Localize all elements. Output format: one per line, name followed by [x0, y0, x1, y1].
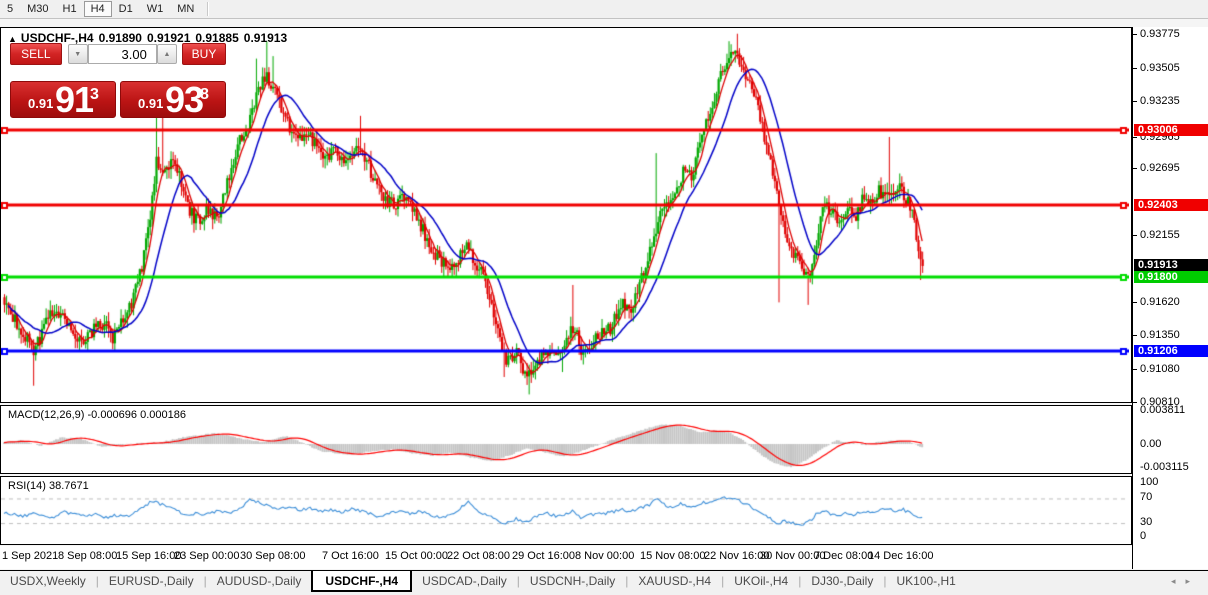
price-badge-0.91913: 0.91913 — [1134, 259, 1208, 271]
volume-increase-button[interactable]: ▲ — [157, 44, 177, 64]
symbol-tab-uk100[interactable]: UK100-,H1 — [886, 571, 965, 591]
symbol-tab-bar: USDX,Weekly|EURUSD-,Daily|AUDUSD-,DailyU… — [0, 570, 1208, 595]
time-axis-label: 8 Sep 08:00 — [58, 550, 117, 562]
symbol-tab-usdcnh[interactable]: USDCNH-,Daily — [520, 571, 625, 591]
sell-price-box[interactable]: 0.91 91 3 — [10, 81, 116, 118]
time-axis-label: 1 Sep 2021 — [2, 550, 58, 562]
volume-decrease-button[interactable]: ▼ — [68, 44, 88, 64]
timeframe-button-w1[interactable]: W1 — [140, 1, 171, 17]
volume-input[interactable] — [88, 44, 157, 64]
toolbar-separator — [207, 2, 208, 16]
sell-button[interactable]: SELL — [10, 43, 62, 65]
symbol-tab-ukoil[interactable]: UKOil-,H4 — [724, 571, 798, 591]
macd-indicator-panel: MACD(12,26,9) -0.000696 0.000186 — [0, 405, 1132, 474]
time-axis-label: 14 Dec 16:00 — [868, 550, 933, 562]
macd-axis-tick: -0.003115 — [1140, 461, 1189, 473]
axis-tick-mark — [1133, 68, 1137, 69]
buy-price-prefix: 0.91 — [138, 96, 163, 111]
time-axis-label: 8 Nov 00:00 — [575, 550, 634, 562]
axis-tick-mark — [1133, 168, 1137, 169]
symbol-tab-usdchf[interactable]: USDCHF-,H4 — [311, 571, 412, 592]
rsi-axis-tick: 0 — [1140, 530, 1146, 542]
axis-tick-mark — [1133, 235, 1137, 236]
time-axis[interactable]: 1 Sep 20218 Sep 08:0015 Sep 16:0023 Sep … — [0, 546, 1132, 569]
macd-label: MACD(12,26,9) -0.000696 0.000186 — [8, 409, 186, 421]
symbol-tab-xauusd[interactable]: XAUUSD-,H4 — [628, 571, 721, 591]
time-axis-label: 7 Oct 16:00 — [322, 550, 379, 562]
axis-tick-mark — [1133, 302, 1137, 303]
rsi-canvas[interactable] — [1, 477, 1129, 542]
trade-controls-row: SELL ▼ ▲ BUY — [10, 44, 226, 64]
axis-tick-mark — [1133, 101, 1137, 102]
price-badge-0.91206: 0.91206 — [1134, 345, 1208, 357]
time-axis-label: 7 Dec 08:00 — [814, 550, 873, 562]
sell-price-superscript: 3 — [90, 86, 99, 104]
sell-price-prefix: 0.91 — [28, 96, 53, 111]
axis-tick-mark — [1133, 34, 1137, 35]
macd-axis-tick: 0.003811 — [1140, 404, 1185, 416]
buy-price-superscript: 8 — [200, 86, 209, 104]
macd-axis-tick: 0.00 — [1140, 438, 1161, 450]
mt4-terminal-window: 5M30H1H4D1W1MN ▲USDCHF-,H40.918900.91921… — [0, 0, 1208, 595]
timeframe-button-5[interactable]: 5 — [0, 1, 20, 17]
axis-tick-mark — [1133, 137, 1137, 138]
time-axis-label: 23 Sep 00:00 — [174, 550, 239, 562]
price-badge-0.91800: 0.91800 — [1134, 271, 1208, 283]
price-badge-0.92403: 0.92403 — [1134, 199, 1208, 211]
timeframe-toolbar: 5M30H1H4D1W1MN — [0, 0, 1208, 19]
symbol-tab-dj30[interactable]: DJ30-,Daily — [801, 571, 883, 591]
timeframe-button-h4[interactable]: H4 — [84, 1, 112, 17]
price-axis-tick: 0.93775 — [1140, 28, 1180, 40]
buy-price-box[interactable]: 0.91 93 8 — [120, 81, 226, 118]
price-axis-tick: 0.91620 — [1140, 296, 1180, 308]
time-axis-label: 30 Sep 08:00 — [240, 550, 305, 562]
axis-tick-mark — [1133, 335, 1137, 336]
rsi-axis-tick: 70 — [1140, 491, 1152, 503]
rsi-axis-tick: 30 — [1140, 516, 1152, 528]
price-axis-tick: 0.92155 — [1140, 229, 1180, 241]
rsi-axis-tick: 100 — [1140, 476, 1158, 488]
axis-tick-mark — [1133, 369, 1137, 370]
triangle-up-icon: ▲ — [163, 51, 170, 58]
price-axis-tick: 0.91350 — [1140, 329, 1180, 341]
price-chart-panel: ▲USDCHF-,H40.918900.919210.918850.91913 … — [0, 27, 1132, 403]
price-axis-tick: 0.93505 — [1140, 62, 1180, 74]
ohlc-open: 0.91890 — [99, 31, 142, 45]
timeframe-button-h1[interactable]: H1 — [56, 1, 84, 17]
time-axis-label: 22 Oct 08:00 — [447, 550, 510, 562]
tab-scroll-left-icon[interactable]: ◂ — [1171, 576, 1186, 586]
symbol-tab-usdx[interactable]: USDX,Weekly — [0, 571, 96, 591]
symbol-tab-eurusd[interactable]: EURUSD-,Daily — [99, 571, 204, 591]
timeframe-button-m30[interactable]: M30 — [20, 1, 55, 17]
sell-price-big: 91 — [55, 79, 93, 121]
price-axis-tick: 0.92695 — [1140, 162, 1180, 174]
symbol-tab-usdcad[interactable]: USDCAD-,Daily — [412, 571, 517, 591]
time-axis-label: 15 Nov 08:00 — [640, 550, 705, 562]
one-click-trade-panel: SELL ▼ ▲ BUY 0.91 91 3 0.91 93 8 — [10, 44, 226, 64]
triangle-down-icon: ▼ — [74, 51, 81, 58]
symbol-tab-audusd[interactable]: AUDUSD-,Daily — [207, 571, 312, 591]
timeframe-button-d1[interactable]: D1 — [112, 1, 140, 17]
rsi-label: RSI(14) 38.7671 — [8, 480, 89, 492]
ohlc-close: 0.91913 — [244, 31, 287, 45]
axis-tick-mark — [1133, 402, 1137, 403]
price-axis-tick: 0.91080 — [1140, 363, 1180, 375]
tab-scroll-right-icon[interactable]: ▸ — [1185, 576, 1200, 586]
price-axis[interactable]: 0.937750.935050.932350.929650.926950.921… — [1132, 27, 1208, 569]
price-badge-0.93006: 0.93006 — [1134, 124, 1208, 136]
price-axis-tick: 0.93235 — [1140, 95, 1180, 107]
buy-button[interactable]: BUY — [182, 43, 226, 65]
buy-price-big: 93 — [165, 79, 203, 121]
tab-scroll-arrows: ◂▸ — [1171, 576, 1200, 587]
timeframe-button-mn[interactable]: MN — [170, 1, 201, 17]
time-axis-label: 29 Oct 16:00 — [512, 550, 575, 562]
time-axis-label: 15 Oct 00:00 — [385, 550, 448, 562]
rsi-indicator-panel: RSI(14) 38.7671 — [0, 476, 1132, 545]
time-axis-label: 15 Sep 16:00 — [116, 550, 181, 562]
